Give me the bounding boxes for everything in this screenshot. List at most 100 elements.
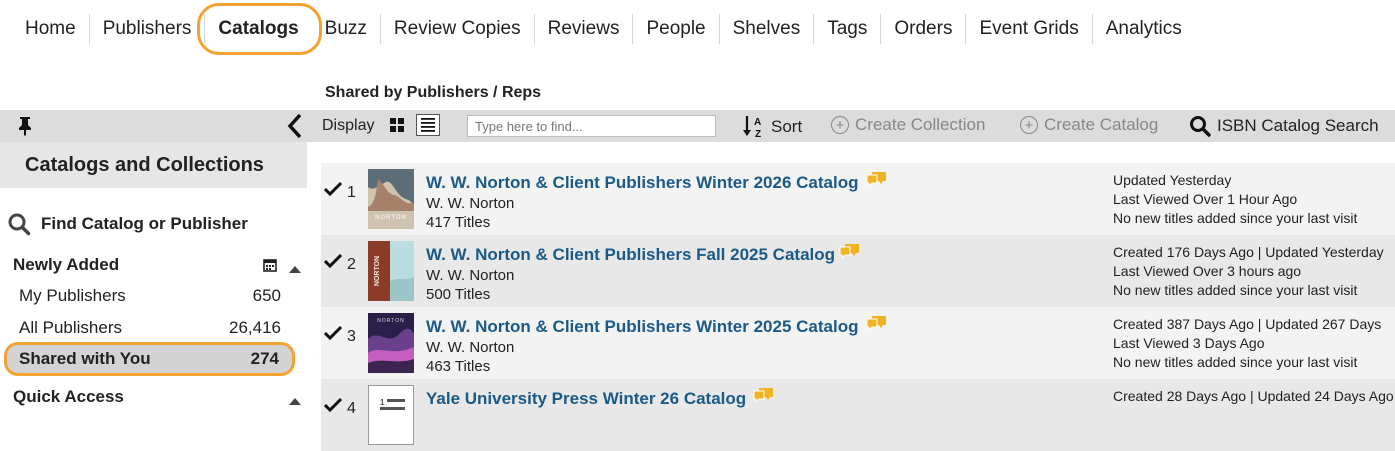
- add-circle-icon: +: [831, 116, 849, 134]
- create-catalog-button[interactable]: + Create Catalog: [1020, 115, 1158, 135]
- svg-text:A: A: [754, 117, 761, 128]
- catalog-meta-new-titles: No new titles added since your last visi…: [1113, 210, 1358, 226]
- list-view-icon[interactable]: [416, 114, 440, 136]
- checkmark-icon[interactable]: [323, 181, 343, 202]
- sidebar-item-count: 26,416: [229, 318, 281, 337]
- catalog-title-link[interactable]: W. W. Norton & Client Publishers Winter …: [426, 317, 858, 337]
- catalog-cover-image[interactable]: 1: [368, 385, 414, 445]
- catalog-publisher[interactable]: W. W. Norton: [426, 195, 514, 212]
- catalog-index: 3: [347, 328, 356, 345]
- catalog-index: 2: [347, 256, 356, 273]
- collapse-up-icon[interactable]: [289, 392, 301, 410]
- quick-access-header[interactable]: Quick Access: [13, 387, 124, 407]
- isbn-catalog-search-button[interactable]: ISBN Catalog Search: [1189, 115, 1379, 137]
- sidebar-item-count: 274: [250, 349, 279, 368]
- catalog-row[interactable]: 4 1 Yale University Press Winter 26 Cata…: [321, 379, 1395, 451]
- catalog-cover-image[interactable]: NORTON: [368, 313, 414, 373]
- catalog-meta: Created 387 Days Ago | Updated 267 Days …: [1113, 315, 1381, 372]
- nav-shelves[interactable]: Shelves: [720, 14, 815, 44]
- catalog-meta-new-titles: No new titles added since your last visi…: [1113, 354, 1358, 370]
- catalog-cover-image[interactable]: NORTON: [368, 169, 414, 229]
- chat-icon[interactable]: [839, 243, 861, 264]
- find-catalog-or-publisher[interactable]: Find Catalog or Publisher: [7, 212, 248, 236]
- catalog-meta-updated: Created 176 Days Ago | Updated Yesterday: [1113, 244, 1384, 260]
- sidebar: Catalogs and Collections Find Catalog or…: [0, 142, 307, 412]
- sort-az-icon: AZ: [742, 114, 766, 140]
- find-input[interactable]: [467, 115, 716, 137]
- cover-text: NORTON: [375, 215, 407, 221]
- search-icon: [8, 213, 31, 236]
- sidebar-item-shared-with-you[interactable]: Shared with You 274: [4, 342, 295, 376]
- create-collection-label: Create Collection: [855, 115, 986, 134]
- checkmark-icon[interactable]: [323, 397, 343, 418]
- catalog-meta-last-viewed: Last Viewed Over 1 Hour Ago: [1113, 191, 1298, 207]
- checkmark-icon[interactable]: [323, 325, 343, 346]
- nav-people[interactable]: People: [633, 14, 720, 44]
- nav-event-grids[interactable]: Event Grids: [966, 14, 1093, 44]
- catalog-publisher[interactable]: W. W. Norton: [426, 339, 514, 356]
- sidebar-item-label: My Publishers: [19, 286, 126, 305]
- chat-icon[interactable]: [866, 171, 888, 192]
- catalog-index: 1: [347, 184, 356, 201]
- sort-label: Sort: [771, 117, 803, 136]
- sidebar-item-label: All Publishers: [19, 318, 122, 337]
- nav-analytics[interactable]: Analytics: [1093, 14, 1195, 44]
- catalog-list: 1 NORTON W. W. Norton & Client Publisher…: [321, 163, 1395, 451]
- catalog-meta: Created 176 Days Ago | Updated Yesterday…: [1113, 243, 1384, 300]
- sidebar-item-label: Shared with You: [19, 349, 151, 368]
- sidebar-item-my-publishers[interactable]: My Publishers 650: [19, 286, 281, 306]
- cover-text: NORTON: [374, 256, 381, 286]
- catalog-publisher[interactable]: W. W. Norton: [426, 267, 514, 284]
- collapse-up-icon[interactable]: [289, 260, 301, 278]
- sort-button[interactable]: AZ Sort: [742, 114, 802, 140]
- catalog-cover-image[interactable]: NORTON: [368, 241, 414, 301]
- catalog-meta-updated: Created 387 Days Ago | Updated 267 Days: [1113, 316, 1382, 332]
- checkmark-icon[interactable]: [323, 253, 343, 274]
- catalog-title-link[interactable]: W. W. Norton & Client Publishers Fall 20…: [426, 245, 835, 265]
- catalog-title-count: 500 Titles: [426, 286, 491, 303]
- nav-home[interactable]: Home: [12, 14, 90, 44]
- create-catalog-label: Create Catalog: [1044, 115, 1159, 134]
- newly-added-header[interactable]: Newly Added: [13, 255, 119, 275]
- nav-buzz[interactable]: Buzz: [312, 14, 381, 44]
- pin-icon[interactable]: [16, 116, 34, 141]
- nav-publishers[interactable]: Publishers: [90, 14, 206, 44]
- sidebar-item-all-publishers[interactable]: All Publishers 26,416: [19, 318, 281, 338]
- sidebar-title: Catalogs and Collections: [25, 154, 264, 176]
- catalog-title-link[interactable]: Yale University Press Winter 26 Catalog: [426, 389, 746, 409]
- add-circle-icon: +: [1020, 116, 1038, 134]
- cover-text: NORTON: [377, 318, 404, 324]
- catalog-meta: Created 28 Days Ago | Updated 24 Days Ag…: [1113, 387, 1394, 444]
- nav-orders[interactable]: Orders: [881, 14, 967, 44]
- section-label: Shared by Publishers / Reps: [325, 84, 542, 101]
- catalog-meta-new-titles: [1113, 425, 1394, 444]
- catalog-meta-last-viewed: Last Viewed 3 Days Ago: [1113, 335, 1265, 351]
- nav-review-copies[interactable]: Review Copies: [381, 14, 535, 44]
- chat-icon[interactable]: [753, 387, 775, 408]
- svg-text:1: 1: [380, 398, 385, 407]
- create-collection-button[interactable]: + Create Collection: [831, 115, 985, 135]
- catalog-row[interactable]: 1 NORTON W. W. Norton & Client Publisher…: [321, 163, 1395, 235]
- chat-icon[interactable]: [866, 315, 888, 336]
- sidebar-item-count: 650: [252, 286, 281, 305]
- catalog-title-count: 463 Titles: [426, 358, 491, 375]
- catalog-meta-updated: Updated Yesterday: [1113, 172, 1232, 188]
- search-icon: [1189, 115, 1211, 137]
- nav-catalogs[interactable]: Catalogs: [197, 3, 322, 55]
- catalog-row[interactable]: 3 NORTON W. W. Norton & Client Publisher…: [321, 307, 1395, 379]
- nav-tags[interactable]: Tags: [814, 14, 882, 44]
- catalog-row[interactable]: 2 NORTON W. W. Norton & Client Publisher…: [321, 235, 1395, 307]
- collapse-sidebar-icon[interactable]: [287, 113, 303, 144]
- sidebar-panel: Find Catalog or Publisher Newly Added My…: [0, 188, 307, 412]
- grid-view-icon[interactable]: [389, 117, 405, 133]
- find-catalog-label: Find Catalog or Publisher: [41, 214, 248, 233]
- catalog-meta-last-viewed: Last Viewed Over 3 hours ago: [1113, 263, 1302, 279]
- nav-reviews[interactable]: Reviews: [535, 14, 634, 44]
- isbn-search-label: ISBN Catalog Search: [1217, 116, 1379, 135]
- top-nav: Home Publishers Catalogs Buzz Review Cop…: [12, 3, 1195, 55]
- catalog-meta-last-viewed: [1113, 406, 1394, 425]
- toolbar: Display AZ Sort + Create Collection + Cr…: [0, 110, 1395, 142]
- calendar-icon[interactable]: [263, 258, 277, 277]
- catalog-title-link[interactable]: W. W. Norton & Client Publishers Winter …: [426, 173, 858, 193]
- catalog-meta-new-titles: No new titles added since your last visi…: [1113, 282, 1358, 298]
